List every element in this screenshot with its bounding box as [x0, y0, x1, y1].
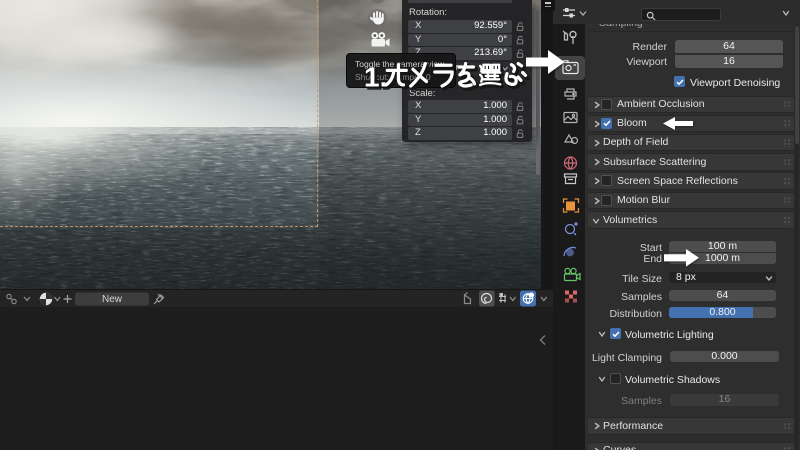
svg-text:New: New	[102, 294, 123, 305]
